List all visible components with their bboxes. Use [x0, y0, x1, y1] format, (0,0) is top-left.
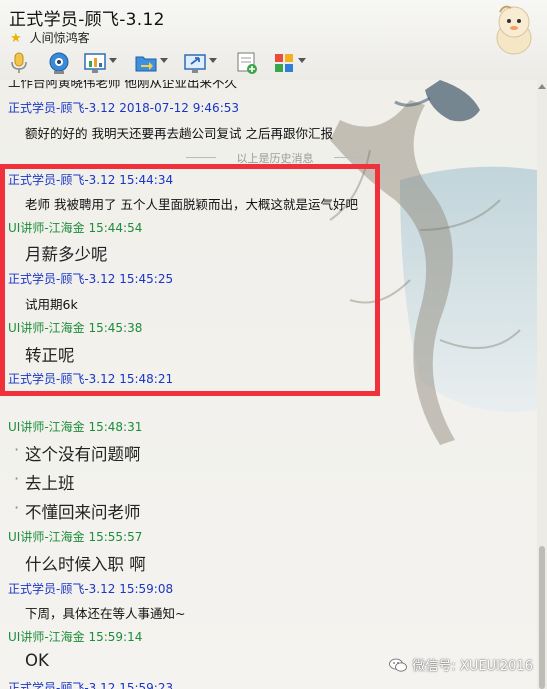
screen-share-icon[interactable] — [184, 52, 217, 74]
chat-message-area[interactable]: 工作台阿黄晓伟老师 他刚从企业出来不久 正式学员-顾飞-3.12 2018-07… — [0, 80, 537, 689]
message-meta: 正式学员-顾飞-3.12 15:45:25 — [8, 272, 174, 286]
history-cut-text: 工作台阿黄晓伟老师 他刚从企业出来不久 — [8, 80, 237, 90]
remote-desktop-icon[interactable] — [84, 52, 117, 74]
message-text: OK — [25, 651, 49, 670]
microphone-icon[interactable] — [8, 52, 30, 74]
scrollbar-thumb[interactable] — [539, 546, 545, 689]
history-separator: 以上是历史消息 — [186, 150, 364, 166]
message-meta: 正式学员-顾飞-3.12 15:59:08 — [8, 582, 174, 596]
message-meta: UI讲师-江海金 15:59:14 — [8, 630, 143, 644]
contact-signature: ★ 人间惊鸿客 — [10, 29, 90, 46]
message-text: 额好的好的 我明天还要再去趟公司复试 之后再跟你汇报 — [25, 126, 333, 141]
wechat-icon — [389, 658, 408, 672]
watermark: 微信号: XUEUI2016 — [389, 655, 533, 674]
message-text: 这个没有问题啊 — [14, 440, 140, 465]
message-text: 去上班 — [14, 469, 74, 494]
message-meta: 正式学员-顾飞-3.12 15:44:34 — [8, 173, 174, 187]
message-meta: UI讲师-江海金 15:48:31 — [8, 420, 143, 434]
video-call-icon[interactable] — [48, 52, 70, 74]
message-meta: UI讲师-江海金 15:55:57 — [8, 530, 143, 544]
file-transfer-icon[interactable] — [135, 52, 168, 74]
message-meta: 正式学员-顾飞-3.12 15:59:23 — [8, 681, 174, 689]
message-meta: UI讲师-江海金 15:45:38 — [8, 321, 143, 335]
message-text: 月薪多少呢 — [25, 245, 108, 264]
message-meta: 正式学员-顾飞-3.12 2018-07-12 9:46:53 — [8, 101, 240, 115]
message-text: 下周，具体还在等人事通知~ — [25, 606, 186, 621]
message-meta: 正式学员-顾飞-3.12 15:48:21 — [8, 372, 174, 386]
chat-scrollbar[interactable] — [537, 80, 547, 689]
notes-icon[interactable] — [236, 52, 258, 74]
message-meta: UI讲师-江海金 15:44:54 — [8, 221, 143, 235]
chat-contact-name: 正式学员-顾飞-3.12 — [9, 10, 165, 30]
apps-grid-icon[interactable] — [273, 52, 306, 74]
scroll-up-arrow-icon[interactable] — [538, 84, 546, 89]
message-text: 不懂回来问老师 — [14, 498, 140, 523]
message-text: 老师 我被聘用了 五个人里面脱颖而出，大概这就是运气好吧 — [25, 197, 358, 212]
message-text: 转正呢 — [25, 346, 75, 365]
message-text: 试用期6k — [25, 297, 78, 312]
watermark-text: 微信号: XUEUI2016 — [412, 659, 533, 674]
signature-text: 人间惊鸿客 — [29, 31, 90, 45]
message-text: 什么时候入职 啊 — [25, 555, 146, 574]
chat-window-header: 正式学员-顾飞-3.12 ★ 人间惊鸿客 — [0, 0, 547, 81]
star-icon: ★ — [10, 31, 22, 46]
mascot-avatar-icon — [491, 2, 537, 56]
